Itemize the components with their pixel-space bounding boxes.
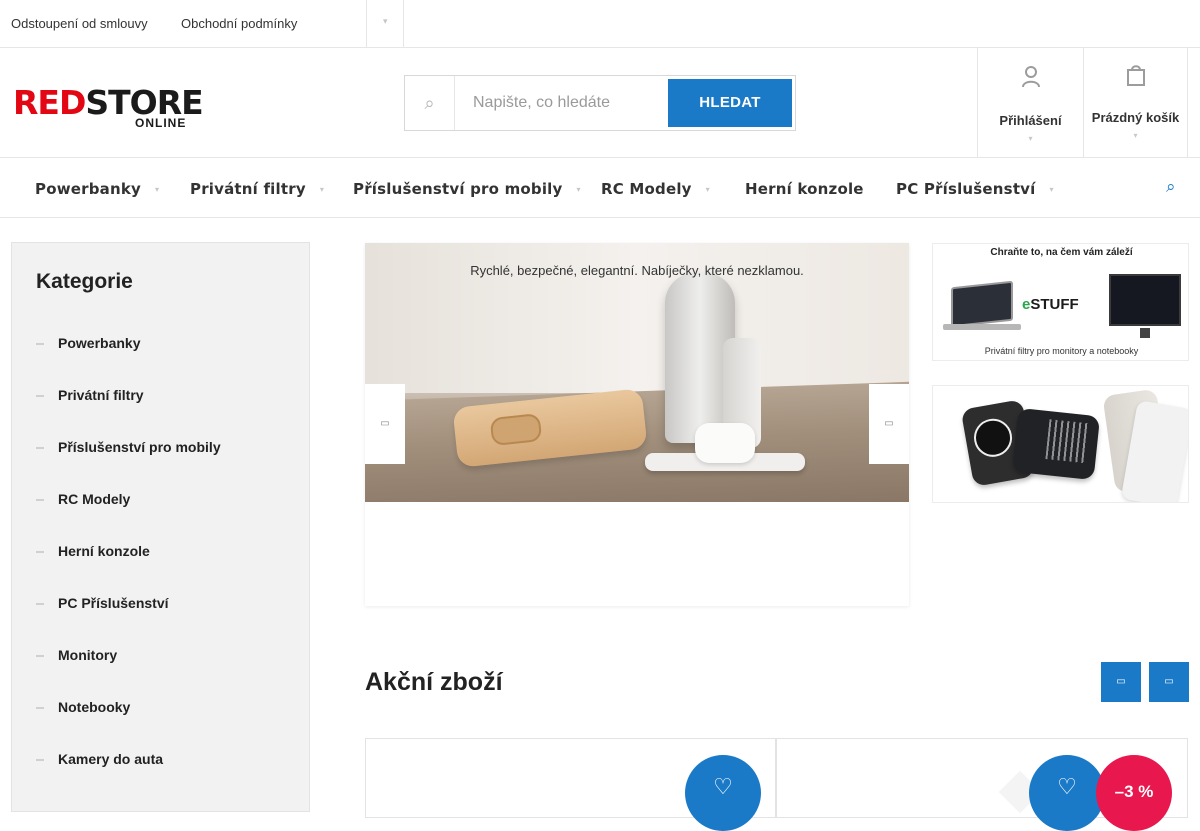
chevron-right-icon: ▭	[1164, 676, 1174, 687]
search-button[interactable]: HLEDAT	[668, 79, 792, 127]
chevron-down-icon: ▾	[1049, 185, 1054, 194]
chevron-down-icon: ▾	[383, 16, 388, 26]
chevron-down-icon: ▾	[155, 185, 160, 194]
nav-item-herni-konzole[interactable]: Herní konzole	[745, 180, 864, 198]
phone-standby-illustration	[1011, 407, 1101, 481]
cart-icon	[1084, 64, 1187, 90]
product-card[interactable]: ♡ –3 %	[776, 738, 1188, 831]
bullet-icon	[36, 343, 44, 345]
bullet-icon	[36, 499, 44, 501]
carousel-next-button[interactable]: ▭	[869, 384, 909, 464]
bullet-icon	[36, 655, 44, 657]
category-sidebar: Kategorie Powerbanky Privátní filtry Pří…	[11, 242, 310, 812]
chevron-left-icon: ▭	[380, 418, 390, 429]
category-item-powerbanky[interactable]: Powerbanky	[36, 335, 140, 355]
header: REDSTORE ONLINE ⌕ HLEDAT Přihlášení ▾ Pr…	[0, 48, 1200, 158]
heart-icon[interactable]: ♡	[1029, 755, 1105, 831]
main-nav: Powerbanky ▾ Privátní filtry ▾ Příslušenst…	[0, 158, 1200, 218]
category-item-notebooky[interactable]: Notebooky	[36, 699, 130, 719]
bullet-icon	[36, 603, 44, 605]
cart-button[interactable]: Prázdný košík ▾	[1083, 48, 1188, 157]
chevron-down-icon: ▾	[576, 185, 581, 194]
hero-caption: Rychlé, bezpečné, elegantní. Nabíječky, …	[470, 263, 804, 278]
chevron-down-icon: ▾	[705, 185, 710, 194]
nav-search-icon[interactable]: ⌕	[1166, 177, 1176, 197]
earbuds-case-illustration	[695, 423, 755, 463]
more-links-toggle[interactable]: ▾	[366, 0, 404, 48]
bullet-icon	[36, 551, 44, 553]
logo-subtitle: ONLINE	[135, 116, 187, 130]
chevron-down-icon: ▾	[1028, 134, 1033, 143]
hero-banner-image[interactable]: Rychlé, bezpečné, elegantní. Nabíječky, …	[365, 243, 909, 502]
terms-link[interactable]: Obchodní podmínky	[181, 16, 297, 31]
sale-next-button[interactable]: ▭	[1149, 662, 1189, 702]
nav-item-rc-modely[interactable]: RC Modely ▾	[601, 180, 710, 198]
bullet-icon	[36, 759, 44, 761]
privacy-filters-banner[interactable]: Chraňte to, na čem vám záleží eSTUFF Pri…	[932, 243, 1189, 361]
category-item-privatni-filtry[interactable]: Privátní filtry	[36, 387, 144, 407]
category-item-prislusenstvi-pro-mobily[interactable]: Příslušenství pro mobily	[36, 439, 221, 459]
nav-item-pc-prislusenstvi[interactable]: PC Příslušenství ▾	[896, 180, 1054, 198]
sidebar-title: Kategorie	[36, 270, 133, 293]
category-item-herni-konzole[interactable]: Herní konzole	[36, 543, 150, 563]
carousel-prev-button[interactable]: ▭	[365, 384, 405, 464]
user-icon	[978, 66, 1083, 92]
category-item-kamery-do-auta[interactable]: Kamery do auta	[36, 751, 163, 771]
chevron-down-icon: ▾	[319, 185, 325, 194]
banner-footer: Privátní filtry pro monitory a notebooky	[984, 346, 1139, 356]
nav-item-privatni-filtry[interactable]: Privátní filtry ▾	[190, 180, 324, 198]
estuff-logo: eSTUFF	[1022, 296, 1079, 313]
heart-icon[interactable]: ♡	[685, 755, 761, 831]
login-label: Přihlášení	[999, 113, 1062, 128]
chevron-right-icon: ▭	[884, 418, 894, 429]
category-item-monitory[interactable]: Monitory	[36, 647, 117, 667]
category-item-rc-modely[interactable]: RC Modely	[36, 491, 130, 511]
search-box: ⌕ HLEDAT	[404, 75, 796, 131]
withdrawal-link[interactable]: Odstoupení od smlouvy	[11, 16, 148, 31]
login-button[interactable]: Přihlášení ▾	[977, 48, 1083, 157]
discount-badge: –3 %	[1096, 755, 1172, 831]
search-input[interactable]	[473, 88, 663, 118]
sale-section-title: Akční zboží	[365, 668, 503, 696]
category-item-pc-prislusenstvi[interactable]: PC Příslušenství	[36, 595, 169, 615]
search-icon: ⌕	[405, 76, 455, 130]
bullet-icon	[36, 395, 44, 397]
phone-accessories-banner[interactable]	[932, 385, 1189, 503]
bullet-icon	[36, 707, 44, 709]
top-bar: Odstoupení od smlouvy Obchodní podmínky …	[0, 0, 1200, 48]
bullet-icon	[36, 447, 44, 449]
sale-prev-button[interactable]: ▭	[1101, 662, 1141, 702]
cart-label: Prázdný košík	[1091, 110, 1180, 125]
hero-carousel: Rychlé, bezpečné, elegantní. Nabíječky, …	[365, 243, 909, 606]
nav-item-prislusenstvi-pro-mobily[interactable]: Příslušenství pro mobily ▾	[353, 180, 581, 198]
product-card[interactable]: ♡	[365, 738, 776, 831]
logo[interactable]: REDSTORE ONLINE	[13, 86, 204, 131]
logo-wordmark: REDSTORE	[13, 83, 204, 122]
banner-headline: Chraňte to, na čem vám záleží	[990, 247, 1133, 258]
nav-item-powerbanky[interactable]: Powerbanky ▾	[35, 180, 159, 198]
chevron-down-icon: ▾	[1133, 131, 1138, 140]
chevron-left-icon: ▭	[1116, 676, 1126, 687]
